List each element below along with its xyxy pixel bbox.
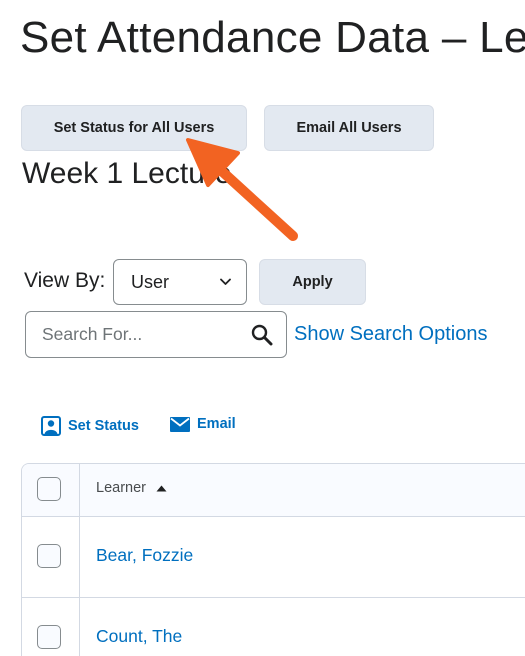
session-title: Week 1 Lecture	[22, 157, 232, 190]
attendance-page: Set Attendance Data – Lecture Set Status…	[0, 0, 525, 656]
email-label: Email	[197, 416, 236, 432]
sort-ascending-icon	[156, 485, 167, 491]
learner-name-link[interactable]: Bear, Fozzie	[96, 545, 193, 566]
email-all-users-button[interactable]: Email All Users	[264, 105, 434, 151]
view-by-select[interactable]: User	[113, 259, 247, 305]
email-action[interactable]: Email	[170, 416, 236, 432]
user-card-icon	[41, 416, 61, 436]
view-by-label: View By:	[24, 269, 106, 292]
search-icon[interactable]	[251, 324, 273, 346]
search-box	[25, 311, 287, 358]
row-checkbox[interactable]	[37, 625, 61, 649]
learner-column-header[interactable]: Learner	[96, 480, 167, 496]
envelope-icon	[170, 416, 190, 432]
set-status-action[interactable]: Set Status	[41, 416, 139, 436]
row-checkbox[interactable]	[37, 544, 61, 568]
learner-name-link[interactable]: Count, The	[96, 626, 182, 647]
set-status-all-users-button[interactable]: Set Status for All Users	[21, 105, 247, 151]
select-all-checkbox[interactable]	[37, 477, 61, 501]
chevron-down-icon	[220, 278, 231, 285]
page-title: Set Attendance Data – Lecture	[20, 13, 525, 62]
table-header-row: Learner	[22, 464, 525, 517]
set-status-label: Set Status	[68, 418, 139, 434]
apply-button[interactable]: Apply	[259, 259, 366, 305]
learner-table: Learner Bear, Fozzie Count, The	[21, 463, 525, 656]
table-row: Count, The	[22, 597, 525, 656]
view-by-selected-value: User	[131, 271, 170, 292]
search-input[interactable]	[27, 313, 237, 356]
table-row: Bear, Fozzie	[22, 516, 525, 598]
learner-column-label: Learner	[96, 480, 146, 496]
show-search-options-link[interactable]: Show Search Options	[294, 320, 487, 348]
